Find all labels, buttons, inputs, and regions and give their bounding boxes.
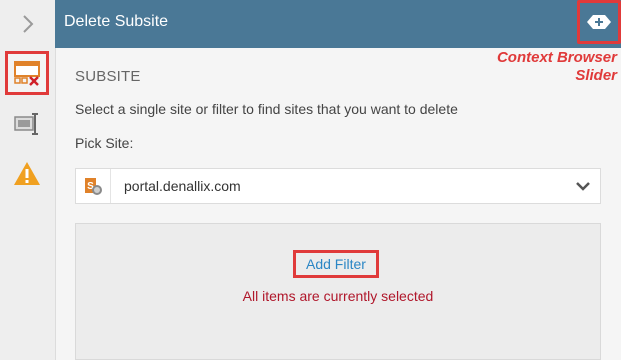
add-filter-link[interactable]: Add Filter [293, 250, 379, 278]
chevron-down-icon [576, 169, 590, 203]
instructions-text: Select a single site or filter to find s… [75, 101, 458, 117]
filter-panel: Add Filter All items are currently selec… [75, 223, 601, 360]
warning-icon [14, 162, 40, 185]
text-box-tool-button[interactable] [5, 102, 49, 146]
arrows-horizontal-icon [587, 15, 611, 29]
pick-site-label: Pick Site: [75, 135, 134, 151]
page-title: Delete Subsite [64, 13, 169, 30]
panel-header: Delete Subsite [55, 0, 621, 48]
expand-rail-button[interactable] [0, 0, 55, 48]
delete-subsite-icon [14, 61, 40, 86]
section-title: SUBSITE [75, 68, 141, 85]
selection-status-text: All items are currently selected [242, 288, 434, 304]
main-content: SUBSITE Select a single site or filter t… [55, 48, 621, 360]
site-icon: S [85, 178, 102, 195]
pick-site-dropdown[interactable]: S portal.denallix.com [75, 168, 601, 204]
chevron-right-icon [22, 15, 33, 33]
delete-subsite-tool-button[interactable] [5, 51, 49, 95]
site-icon-box: S [76, 169, 111, 203]
warnings-tool-button[interactable] [5, 152, 49, 196]
context-browser-slider-button[interactable] [577, 0, 621, 44]
left-rail [0, 0, 56, 360]
selected-site-value: portal.denallix.com [124, 178, 241, 194]
text-box-icon [14, 113, 38, 135]
